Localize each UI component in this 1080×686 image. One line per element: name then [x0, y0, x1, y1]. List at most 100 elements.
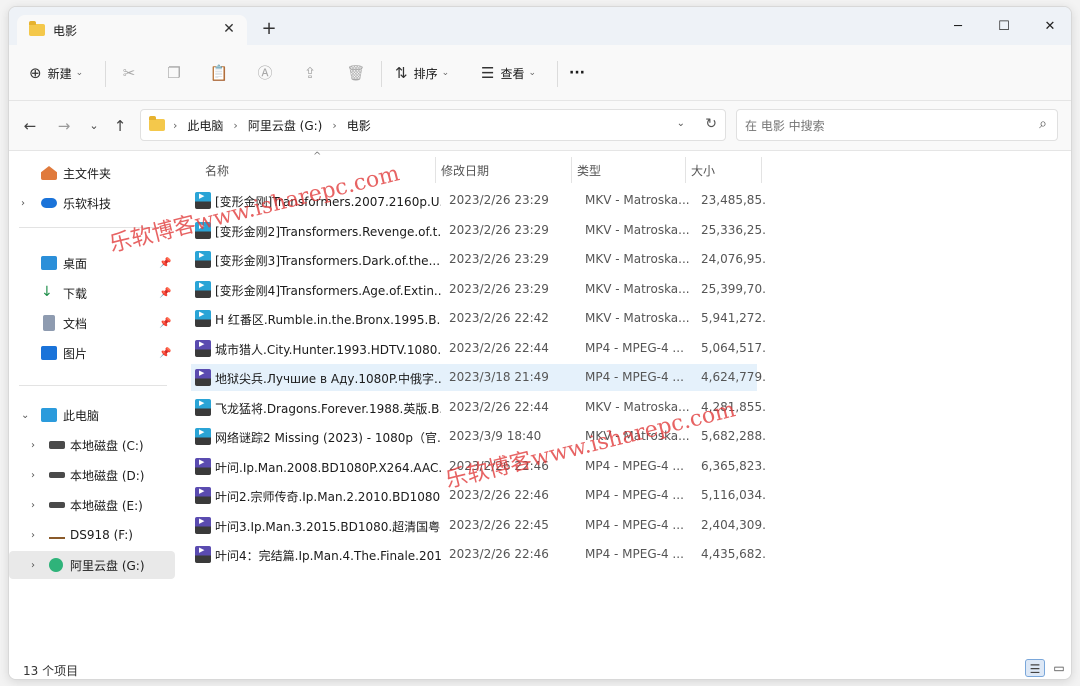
- breadcrumb-movies[interactable]: 电影: [347, 117, 371, 134]
- file-row[interactable]: 城市猎人.City.Hunter.1993.HDTV.1080... 2023/2…: [191, 335, 767, 362]
- address-dropdown-icon[interactable]: ⌄: [677, 118, 685, 129]
- pin-icon[interactable]: 📌: [159, 258, 171, 269]
- minimize-button[interactable]: ─: [935, 13, 981, 41]
- file-date: 2023/3/9 18:40: [449, 429, 542, 443]
- chevron-right-icon[interactable]: ›: [233, 119, 237, 132]
- maximize-button[interactable]: ☐: [981, 13, 1027, 41]
- sidebar-item-pictures[interactable]: 图片 📌: [9, 339, 175, 367]
- sidebar-item-drive-g[interactable]: › 阿里云盘 (G:): [9, 551, 175, 579]
- address-bar[interactable]: › 此电脑 › 阿里云盘 (G:) › 电影 ⌄ ↻: [140, 109, 726, 141]
- more-options-button[interactable]: ···: [569, 61, 585, 85]
- chevron-right-icon[interactable]: ›: [31, 470, 35, 481]
- file-row[interactable]: 叶问4：完结篇.Ip.Man.4.The.Finale.201... 2023/2…: [191, 541, 767, 568]
- sort-button[interactable]: ⇅ 排序 ⌄: [395, 61, 449, 85]
- search-input[interactable]: [745, 116, 1025, 136]
- breadcrumb-this-pc[interactable]: 此电脑: [187, 117, 223, 134]
- file-row[interactable]: 飞龙猛将.Dragons.Forever.1988.英版.B... 2023/2/…: [191, 394, 767, 421]
- copy-icon[interactable]: ❐: [164, 63, 184, 83]
- details-view-icon[interactable]: ☰: [1025, 659, 1045, 677]
- column-header-name[interactable]: 名称: [205, 157, 229, 185]
- sidebar-item-drive-c[interactable]: › 本地磁盘 (C:): [9, 431, 175, 459]
- sidebar-item-home[interactable]: 主文件夹: [9, 159, 175, 187]
- navigation-pane: 主文件夹 › 乐软科技 桌面 📌 ↓ 下载 📌 文档 📌 图片 📌 ⌄ 此电脑 …: [9, 151, 177, 657]
- refresh-icon[interactable]: ↻: [705, 116, 717, 132]
- pin-icon[interactable]: 📌: [159, 318, 171, 329]
- search-icon[interactable]: ⌕: [1039, 116, 1047, 132]
- column-divider[interactable]: [435, 157, 436, 183]
- column-divider[interactable]: [571, 157, 572, 183]
- mkv-file-icon: [195, 251, 211, 268]
- sidebar-item-drive-f[interactable]: › DS918 (F:): [9, 521, 175, 549]
- sidebar-item-documents[interactable]: 文档 📌: [9, 309, 175, 337]
- file-date: 2023/2/26 23:29: [449, 222, 549, 237]
- network-drive-icon: [49, 531, 65, 539]
- chevron-right-icon[interactable]: ›: [31, 560, 35, 571]
- column-header-date[interactable]: 修改日期: [441, 157, 489, 185]
- column-header-size[interactable]: 大小: [691, 157, 715, 185]
- file-row[interactable]: H 红番区.Rumble.in.the.Bronx.1995.B... 2023/…: [191, 305, 767, 332]
- file-name: 叶问.Ip.Man.2008.BD1080P.X264.AAC....: [215, 460, 441, 475]
- delete-icon[interactable]: 🗑: [346, 63, 366, 83]
- file-size: 5,064,517...: [701, 340, 767, 355]
- up-arrow-icon[interactable]: ↑: [109, 115, 131, 137]
- plus-circle-icon: ⊕: [29, 64, 42, 82]
- file-date: 2023/3/18 21:49: [449, 370, 549, 384]
- back-arrow-icon[interactable]: ←: [19, 115, 41, 137]
- column-divider[interactable]: [685, 157, 686, 183]
- cut-icon[interactable]: ✂: [119, 63, 139, 83]
- file-row[interactable]: [变形金刚]Transformers.2007.2160p.U... 2023/2…: [191, 187, 767, 214]
- view-button[interactable]: ☰ 查看 ⌄: [481, 61, 536, 85]
- recent-locations-chevron-icon[interactable]: ⌄: [83, 115, 105, 137]
- file-row[interactable]: 叶问3.Ip.Man.3.2015.BD1080.超清国粤... 2023/2/2…: [191, 512, 767, 539]
- rename-icon[interactable]: Ⓐ: [255, 63, 275, 83]
- chevron-right-icon[interactable]: ›: [21, 198, 25, 209]
- pin-icon[interactable]: 📌: [159, 348, 171, 359]
- file-row[interactable]: [变形金刚4]Transformers.Age.of.Extin... 2023/…: [191, 276, 767, 303]
- pin-icon[interactable]: 📌: [159, 288, 171, 299]
- sidebar-item-downloads[interactable]: ↓ 下载 📌: [9, 279, 175, 307]
- file-row[interactable]: 网络谜踪2 Missing (2023) - 1080p（官... 2023/3/…: [191, 423, 767, 450]
- share-icon[interactable]: ⇪: [300, 63, 320, 83]
- new-tab-button[interactable]: +: [259, 19, 279, 39]
- file-name: [变形金刚3]Transformers.Dark.of.the....: [215, 254, 441, 268]
- file-row[interactable]: 叶问2.宗师传奇.Ip.Man.2.2010.BD1080... 2023/2/2…: [191, 482, 767, 509]
- status-bar: 13 个项目 ☰ ▭: [9, 657, 1071, 679]
- column-divider[interactable]: [761, 157, 762, 183]
- chevron-right-icon[interactable]: ›: [31, 440, 35, 451]
- file-row[interactable]: [变形金刚2]Transformers.Revenge.of.t... 2023/…: [191, 217, 767, 244]
- sort-ascending-icon: ^: [313, 151, 322, 162]
- mkv-file-icon: [195, 398, 211, 416]
- chevron-right-icon[interactable]: ›: [31, 500, 35, 511]
- file-row[interactable]: 地狱尖兵.Лучшие в Аду.1080P.中俄字... 2023/3/18 …: [191, 364, 767, 391]
- tab-close-icon[interactable]: ✕: [221, 21, 237, 37]
- file-name: [变形金刚2]Transformers.Revenge.of.t...: [215, 224, 441, 239]
- mp4-file-icon: [195, 369, 211, 386]
- tiles-view-icon[interactable]: ▭: [1049, 659, 1069, 677]
- divider: [19, 227, 167, 228]
- drive-icon: [49, 472, 65, 478]
- file-row[interactable]: [变形金刚3]Transformers.Dark.of.the.... 2023/…: [191, 246, 767, 273]
- forward-arrow-icon[interactable]: →: [53, 115, 75, 137]
- paste-icon[interactable]: 📋: [209, 63, 229, 83]
- sidebar-item-desktop[interactable]: 桌面 📌: [9, 249, 175, 277]
- tab-movies[interactable]: 电影 ✕: [17, 15, 247, 45]
- chevron-right-icon[interactable]: ›: [31, 530, 35, 541]
- breadcrumb-drive-g[interactable]: 阿里云盘 (G:): [248, 117, 323, 134]
- file-type: MP4 - MPEG-4 ...: [585, 517, 684, 532]
- column-header-type[interactable]: 类型: [577, 157, 601, 185]
- file-type: MP4 - MPEG-4 ...: [585, 340, 684, 355]
- chevron-right-icon[interactable]: ›: [332, 119, 336, 132]
- sidebar-item-drive-e[interactable]: › 本地磁盘 (E:): [9, 491, 175, 519]
- mkv-file-icon: [195, 280, 211, 298]
- file-row[interactable]: 叶问.Ip.Man.2008.BD1080P.X264.AAC.... 2023/…: [191, 453, 767, 480]
- close-button[interactable]: ✕: [1027, 13, 1071, 41]
- file-size: 5,941,272...: [701, 311, 767, 325]
- sidebar-item-onedrive[interactable]: › 乐软科技: [9, 189, 175, 217]
- sidebar-item-drive-d[interactable]: › 本地磁盘 (D:): [9, 461, 175, 489]
- file-date: 2023/2/26 22:46: [449, 547, 549, 561]
- sidebar-item-this-pc[interactable]: ⌄ 此电脑: [9, 401, 175, 429]
- search-box[interactable]: ⌕: [736, 109, 1058, 141]
- new-button[interactable]: ⊕ 新建 ⌄: [29, 61, 83, 85]
- document-icon: [43, 315, 55, 331]
- chevron-down-icon[interactable]: ⌄: [21, 410, 29, 421]
